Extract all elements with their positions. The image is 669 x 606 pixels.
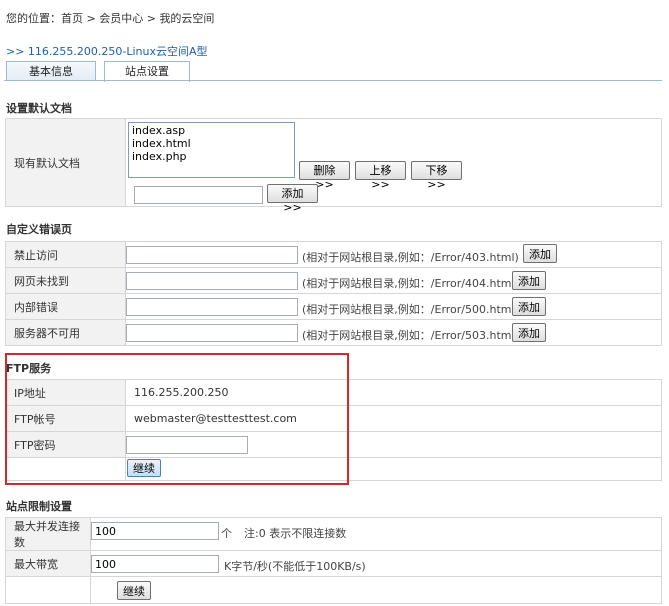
server-title: >> 116.255.200.250-Linux云空间A型 (6, 45, 208, 58)
default-doc-cell: index.asp index.html index.php 删除>> 上移>>… (125, 118, 662, 214)
error-403-input[interactable] (126, 246, 298, 264)
default-doc-item[interactable]: index.html (132, 137, 291, 150)
default-doc-listbox[interactable]: index.asp index.html index.php (128, 122, 295, 178)
max-conn-cell: 个 注:0 表示不限连接数 (90, 517, 662, 551)
breadcrumb: 您的位置：首页 > 会员中心 > 我的云空间 (6, 10, 214, 26)
bandwidth-label: 最大带宽 (5, 550, 91, 577)
error-500-label: 内部错误 (5, 293, 126, 320)
error-503-input[interactable] (126, 324, 298, 342)
error-404-cell: (相对于网站根目录,例如：/Error/404.html) 添加 (125, 267, 662, 294)
max-conn-unit: 个 (221, 527, 232, 540)
default-doc-title: 设置默认文档 (6, 102, 72, 115)
ftp-highlight-frame (5, 353, 349, 485)
max-conn-hint: 注:0 表示不限连接数 (244, 527, 347, 540)
default-doc-item[interactable]: index.asp (132, 124, 291, 137)
error-500-cell: (相对于网站根目录,例如：/Error/500.html) 添加 (125, 293, 662, 320)
tab-basic-info[interactable]: 基本信息 (6, 61, 96, 81)
limits-continue-button[interactable]: 继续 (117, 581, 151, 600)
default-doc-label: 现有默认文档 (5, 118, 126, 207)
error-500-add-button[interactable]: 添加 (512, 297, 546, 316)
error-403-cell: (相对于网站根目录,例如：/Error/403.html) 添加 (125, 241, 662, 268)
breadcrumb-home[interactable]: 首页 (61, 12, 83, 25)
bandwidth-hint: K字节/秒(不能低于100KB/s) (224, 560, 366, 573)
error-404-hint: (相对于网站根目录,例如：/Error/404.html) (302, 277, 519, 290)
tabs-divider (4, 80, 662, 81)
error-403-label: 禁止访问 (5, 241, 126, 268)
breadcrumb-sep: > (83, 12, 100, 25)
max-conn-input[interactable] (91, 522, 219, 540)
bandwidth-input[interactable] (91, 555, 219, 573)
error-404-label: 网页未找到 (5, 267, 126, 294)
error-503-add-button[interactable]: 添加 (512, 323, 546, 342)
new-default-doc-input[interactable] (134, 186, 263, 204)
add-default-doc-button[interactable]: 添加>> (267, 184, 318, 214)
breadcrumb-member-center[interactable]: 会员中心 (99, 12, 143, 25)
breadcrumb-my-cloud-space: 我的云空间 (159, 12, 215, 25)
default-doc-table: 现有默认文档 index.asp index.html index.php 删除… (5, 118, 662, 214)
max-conn-label: 最大并发连接数 (5, 517, 91, 551)
error-pages-title: 自定义错误页 (6, 223, 72, 236)
bandwidth-cell: K字节/秒(不能低于100KB/s) (90, 550, 662, 577)
error-503-label: 服务器不可用 (5, 319, 126, 346)
error-pages-table: 禁止访问 (相对于网站根目录,例如：/Error/403.html) 添加 网页… (5, 241, 662, 346)
limits-empty-cell (5, 576, 91, 604)
error-500-hint: (相对于网站根目录,例如：/Error/500.html) (302, 303, 519, 316)
limits-continue-cell: 继续 (90, 576, 662, 604)
move-down-button[interactable]: 下移>> (411, 161, 462, 191)
error-503-cell: (相对于网站根目录,例如：/Error/503.html) 添加 (125, 319, 662, 346)
error-503-hint: (相对于网站根目录,例如：/Error/503.html) (302, 329, 519, 342)
error-403-add-button[interactable]: 添加 (523, 244, 557, 263)
tab-site-settings[interactable]: 站点设置 (104, 61, 190, 82)
error-404-add-button[interactable]: 添加 (512, 271, 546, 290)
error-404-input[interactable] (126, 272, 298, 290)
breadcrumb-sep: > (143, 12, 160, 25)
error-500-input[interactable] (126, 298, 298, 316)
breadcrumb-prefix: 您的位置： (6, 12, 61, 25)
move-up-button[interactable]: 上移>> (355, 161, 406, 191)
error-403-hint: (相对于网站根目录,例如：/Error/403.html) (302, 251, 519, 264)
default-doc-item[interactable]: index.php (132, 150, 291, 163)
limits-title: 站点限制设置 (6, 500, 72, 513)
delete-doc-button[interactable]: 删除>> (299, 161, 350, 191)
limits-table: 最大并发连接数 个 注:0 表示不限连接数 最大带宽 K字节/秒(不能低于100… (5, 517, 662, 604)
